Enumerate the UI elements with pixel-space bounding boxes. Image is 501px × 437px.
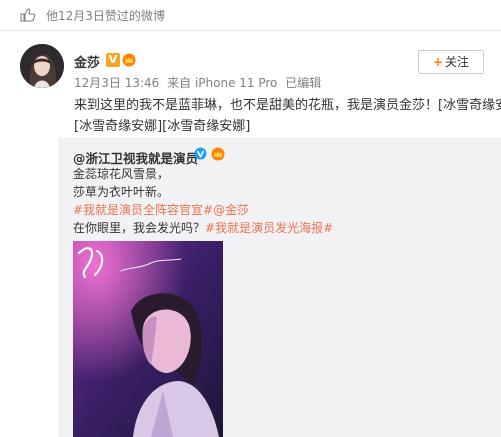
vip-crown-icon <box>122 53 136 67</box>
post-content: 来到这里的我不是蓝菲琳，也不是甜美的花瓶，我是演员金莎！[冰雪奇缘安娜 [冰雪奇… <box>74 95 501 137</box>
repost-text: 金蕊琼花风雪景， 莎草为衣叶叶新。 #我就是演员全阵容官宣#@金莎 在你眼里，我… <box>73 165 333 237</box>
repost-line: 金蕊琼花风雪景， <box>73 167 170 181</box>
liked-date-label: 他12月3日赞过的微博 <box>46 9 165 23</box>
thumbs-up-icon <box>20 8 36 22</box>
repost-card: @浙江卫视我就是演员 金蕊琼花风雪景， 莎草为衣叶叶新。 #我就是演员全阵容官宣… <box>58 138 501 437</box>
post-source: 来自 iPhone 11 Pro <box>167 76 278 90</box>
post-date[interactable]: 12月3日 13:46 <box>74 76 159 90</box>
follow-label: 关注 <box>445 55 470 69</box>
post-card: 金莎 V + 关注 12月3日 13:46 来自 iPhone 11 Pro 已编… <box>0 38 501 138</box>
plus-icon: + <box>432 55 444 69</box>
poster-image[interactable] <box>73 241 223 437</box>
repost-question: 在你眼里，我会发光吗？ <box>73 221 206 235</box>
post-meta: 12月3日 13:46 来自 iPhone 11 Pro 已编辑 <box>74 74 325 91</box>
blue-verified-icon <box>194 147 207 160</box>
mention-link[interactable]: @金莎 <box>213 203 249 217</box>
content-line: 来到这里的我不是蓝菲琳，也不是甜美的花瓶，我是演员金莎！[冰雪奇缘安娜 <box>74 98 501 113</box>
liked-tip-bar: 他12月3日赞过的微博 <box>0 0 501 31</box>
follow-button[interactable]: + 关注 <box>418 50 484 74</box>
repost-line: #我就是演员全阵容官宣#@金莎 <box>73 201 333 219</box>
vip-crown-icon <box>211 147 225 161</box>
avatar[interactable] <box>20 44 64 88</box>
topic-link[interactable]: #我就是演员全阵容官宣# <box>73 203 213 217</box>
verified-badge: V <box>106 53 120 67</box>
content-line: [冰雪奇缘安娜][冰雪奇缘安娜] <box>74 119 251 134</box>
edited-label[interactable]: 已编辑 <box>285 76 321 90</box>
repost-line: 莎草为衣叶叶新。 <box>73 185 170 199</box>
topic-link[interactable]: #我就是演员发光海报# <box>205 221 333 235</box>
repost-line: 在你眼里，我会发光吗？#我就是演员发光海报# <box>73 219 333 237</box>
author-name[interactable]: 金莎 <box>74 52 100 71</box>
